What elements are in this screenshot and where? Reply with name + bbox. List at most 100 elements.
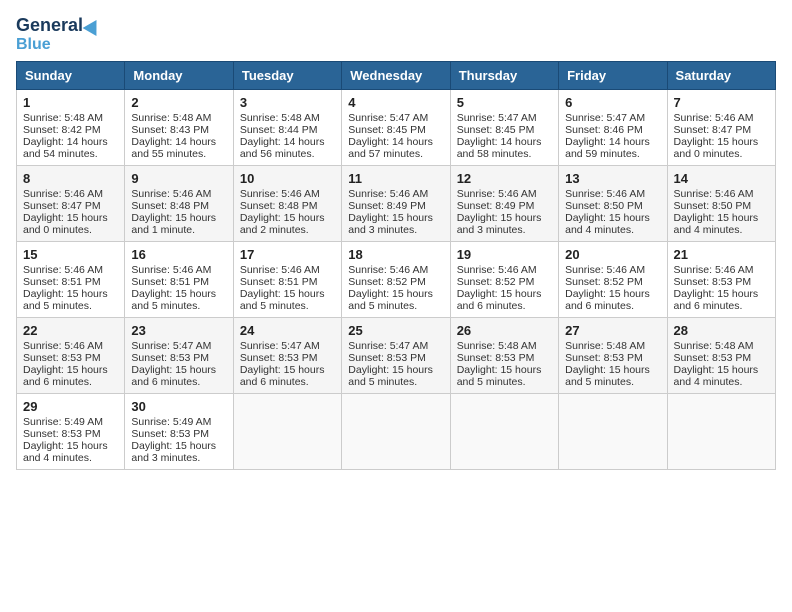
day-info: Sunrise: 5:47 AMSunset: 8:53 PMDaylight:… xyxy=(240,340,325,388)
day-info: Sunrise: 5:46 AMSunset: 8:51 PMDaylight:… xyxy=(23,264,108,312)
day-number: 24 xyxy=(240,323,335,338)
day-header-friday: Friday xyxy=(559,62,667,90)
calendar-cell: 27 Sunrise: 5:48 AMSunset: 8:53 PMDayligh… xyxy=(559,318,667,394)
day-info: Sunrise: 5:46 AMSunset: 8:49 PMDaylight:… xyxy=(348,188,433,236)
day-number: 14 xyxy=(674,171,769,186)
day-number: 22 xyxy=(23,323,118,338)
calendar-cell xyxy=(342,394,450,470)
calendar-cell: 25 Sunrise: 5:47 AMSunset: 8:53 PMDayligh… xyxy=(342,318,450,394)
calendar-cell: 8 Sunrise: 5:46 AMSunset: 8:47 PMDaylight… xyxy=(17,166,125,242)
calendar-cell: 17Sunrise: 5:46 AMSunset: 8:51 PMDayligh… xyxy=(233,242,341,318)
calendar-week-1: 1Sunrise: 5:48 AMSunset: 8:42 PMDaylight… xyxy=(17,90,776,166)
day-number: 20 xyxy=(565,247,660,262)
day-number: 25 xyxy=(348,323,443,338)
day-info: Sunrise: 5:47 AMSunset: 8:53 PMDaylight:… xyxy=(348,340,433,388)
day-info: Sunrise: 5:48 AMSunset: 8:43 PMDaylight:… xyxy=(131,112,216,160)
day-header-wednesday: Wednesday xyxy=(342,62,450,90)
calendar-cell: 3 Sunrise: 5:48 AMSunset: 8:44 PMDaylight… xyxy=(233,90,341,166)
calendar-cell: 28 Sunrise: 5:48 AMSunset: 8:53 PMDayligh… xyxy=(667,318,775,394)
day-number: 6 xyxy=(565,95,660,110)
day-info: Sunrise: 5:46 AMSunset: 8:48 PMDaylight:… xyxy=(131,188,216,236)
day-number: 13 xyxy=(565,171,660,186)
calendar-cell: 16 Sunrise: 5:46 AMSunset: 8:51 PMDayligh… xyxy=(125,242,233,318)
day-number: 2 xyxy=(131,95,226,110)
day-info: Sunrise: 5:46 AMSunset: 8:47 PMDaylight:… xyxy=(674,112,759,160)
day-info: Sunrise: 5:47 AMSunset: 8:53 PMDaylight:… xyxy=(131,340,216,388)
day-info: Sunrise: 5:49 AMSunset: 8:53 PMDaylight:… xyxy=(23,416,108,464)
day-number: 10 xyxy=(240,171,335,186)
day-number: 4 xyxy=(348,95,443,110)
day-number: 23 xyxy=(131,323,226,338)
calendar-week-2: 8 Sunrise: 5:46 AMSunset: 8:47 PMDaylight… xyxy=(17,166,776,242)
day-number: 18 xyxy=(348,247,443,262)
calendar-cell: 14 Sunrise: 5:46 AMSunset: 8:50 PMDayligh… xyxy=(667,166,775,242)
day-info: Sunrise: 5:46 AMSunset: 8:52 PMDaylight:… xyxy=(457,264,542,312)
day-info: Sunrise: 5:46 AMSunset: 8:52 PMDaylight:… xyxy=(565,264,650,312)
logo: General Blue xyxy=(16,16,101,53)
day-number: 5 xyxy=(457,95,552,110)
day-info: Sunrise: 5:46 AMSunset: 8:51 PMDaylight:… xyxy=(131,264,216,312)
calendar-header-row: SundayMondayTuesdayWednesdayThursdayFrid… xyxy=(17,62,776,90)
calendar-cell xyxy=(667,394,775,470)
calendar-week-4: 22 Sunrise: 5:46 AMSunset: 8:53 PMDayligh… xyxy=(17,318,776,394)
calendar-cell: 18 Sunrise: 5:46 AMSunset: 8:52 PMDayligh… xyxy=(342,242,450,318)
logo-text-general: General xyxy=(16,16,83,36)
calendar-week-5: 29 Sunrise: 5:49 AMSunset: 8:53 PMDayligh… xyxy=(17,394,776,470)
calendar-cell: 20 Sunrise: 5:46 AMSunset: 8:52 PMDayligh… xyxy=(559,242,667,318)
calendar-cell xyxy=(559,394,667,470)
day-info: Sunrise: 5:46 AMSunset: 8:53 PMDaylight:… xyxy=(23,340,108,388)
day-number: 15 xyxy=(23,247,118,262)
day-info: Sunrise: 5:46 AMSunset: 8:49 PMDaylight:… xyxy=(457,188,542,236)
day-number: 30 xyxy=(131,399,226,414)
day-info: Sunrise: 5:49 AMSunset: 8:53 PMDaylight:… xyxy=(131,416,216,464)
calendar-cell xyxy=(233,394,341,470)
day-number: 8 xyxy=(23,171,118,186)
calendar-cell: 12 Sunrise: 5:46 AMSunset: 8:49 PMDayligh… xyxy=(450,166,558,242)
calendar-cell: 4 Sunrise: 5:47 AMSunset: 8:45 PMDaylight… xyxy=(342,90,450,166)
calendar-cell: 5 Sunrise: 5:47 AMSunset: 8:45 PMDaylight… xyxy=(450,90,558,166)
day-number: 26 xyxy=(457,323,552,338)
day-number: 1 xyxy=(23,95,118,110)
day-info: Sunrise: 5:46 AMSunset: 8:47 PMDaylight:… xyxy=(23,188,108,236)
day-number: 16 xyxy=(131,247,226,262)
day-header-saturday: Saturday xyxy=(667,62,775,90)
day-number: 12 xyxy=(457,171,552,186)
day-info: Sunrise: 5:48 AMSunset: 8:53 PMDaylight:… xyxy=(674,340,759,388)
day-info: Sunrise: 5:47 AMSunset: 8:45 PMDaylight:… xyxy=(348,112,433,160)
day-info: Sunrise: 5:48 AMSunset: 8:53 PMDaylight:… xyxy=(565,340,650,388)
calendar-cell xyxy=(450,394,558,470)
day-number: 11 xyxy=(348,171,443,186)
day-header-thursday: Thursday xyxy=(450,62,558,90)
day-header-sunday: Sunday xyxy=(17,62,125,90)
calendar-cell: 1Sunrise: 5:48 AMSunset: 8:42 PMDaylight… xyxy=(17,90,125,166)
calendar-cell: 21Sunrise: 5:46 AMSunset: 8:53 PMDayligh… xyxy=(667,242,775,318)
day-number: 7 xyxy=(674,95,769,110)
day-info: Sunrise: 5:46 AMSunset: 8:52 PMDaylight:… xyxy=(348,264,433,312)
day-info: Sunrise: 5:46 AMSunset: 8:53 PMDaylight:… xyxy=(674,264,759,312)
calendar-cell: 15 Sunrise: 5:46 AMSunset: 8:51 PMDayligh… xyxy=(17,242,125,318)
calendar-cell: 30 Sunrise: 5:49 AMSunset: 8:53 PMDayligh… xyxy=(125,394,233,470)
day-info: Sunrise: 5:46 AMSunset: 8:50 PMDaylight:… xyxy=(674,188,759,236)
day-number: 3 xyxy=(240,95,335,110)
calendar-cell: 19 Sunrise: 5:46 AMSunset: 8:52 PMDayligh… xyxy=(450,242,558,318)
calendar-table: SundayMondayTuesdayWednesdayThursdayFrid… xyxy=(16,61,776,470)
calendar-cell: 29 Sunrise: 5:49 AMSunset: 8:53 PMDayligh… xyxy=(17,394,125,470)
logo-icon xyxy=(83,16,104,36)
day-number: 19 xyxy=(457,247,552,262)
calendar-cell: 26Sunrise: 5:48 AMSunset: 8:53 PMDayligh… xyxy=(450,318,558,394)
calendar-cell: 23 Sunrise: 5:47 AMSunset: 8:53 PMDayligh… xyxy=(125,318,233,394)
calendar-cell: 7 Sunrise: 5:46 AMSunset: 8:47 PMDaylight… xyxy=(667,90,775,166)
calendar-cell: 10Sunrise: 5:46 AMSunset: 8:48 PMDayligh… xyxy=(233,166,341,242)
calendar-cell: 13Sunrise: 5:46 AMSunset: 8:50 PMDayligh… xyxy=(559,166,667,242)
day-info: Sunrise: 5:47 AMSunset: 8:45 PMDaylight:… xyxy=(457,112,542,160)
day-number: 9 xyxy=(131,171,226,186)
day-number: 27 xyxy=(565,323,660,338)
calendar-body: 1Sunrise: 5:48 AMSunset: 8:42 PMDaylight… xyxy=(17,90,776,470)
logo-text-blue: Blue xyxy=(16,36,51,54)
calendar-week-3: 15 Sunrise: 5:46 AMSunset: 8:51 PMDayligh… xyxy=(17,242,776,318)
calendar-cell: 22 Sunrise: 5:46 AMSunset: 8:53 PMDayligh… xyxy=(17,318,125,394)
day-info: Sunrise: 5:47 AMSunset: 8:46 PMDaylight:… xyxy=(565,112,650,160)
day-info: Sunrise: 5:48 AMSunset: 8:44 PMDaylight:… xyxy=(240,112,325,160)
day-number: 29 xyxy=(23,399,118,414)
day-number: 28 xyxy=(674,323,769,338)
